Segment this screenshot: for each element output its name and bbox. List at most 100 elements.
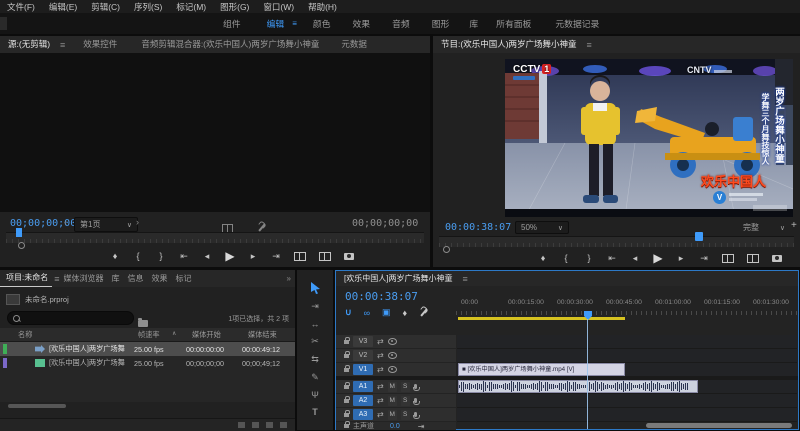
menu-file[interactable]: 文件(F)	[0, 1, 42, 13]
footer-icon-2[interactable]	[252, 422, 259, 428]
timeline-h-scrollbar[interactable]	[646, 423, 792, 428]
export-frame-icon[interactable]	[344, 253, 354, 260]
label-color-tag[interactable]	[3, 358, 7, 368]
sync-lock-icon[interactable]: ⇄	[377, 396, 384, 405]
project-h-scrollbar[interactable]	[8, 404, 66, 408]
track-lane-a3[interactable]	[457, 408, 797, 422]
workspace-tab-all-panels[interactable]: 所有面板	[488, 15, 539, 33]
track-output-icon[interactable]	[388, 366, 397, 373]
tab-effect-controls[interactable]: 效果控件	[75, 36, 125, 53]
source-zoom-handle[interactable]	[18, 242, 25, 249]
playback-quality-dropdown[interactable]: 完整 ∨	[738, 221, 790, 234]
track-output-icon[interactable]	[388, 338, 397, 345]
program-goto-in-icon[interactable]: ⇤	[607, 253, 617, 264]
project-search-box[interactable]	[7, 311, 134, 325]
project-row-1[interactable]: [欢乐中国人]两岁广场舞 25.00 fps 00:00:00:00 00:00…	[0, 342, 295, 356]
tab-program[interactable]: 节目:(欢乐中国人)两岁广场舞小神童	[433, 36, 585, 53]
track-label-a1[interactable]: A1	[353, 381, 373, 392]
pen-tool[interactable]: ✎	[311, 372, 319, 383]
zoom-level-dropdown[interactable]: 50% ∨	[515, 221, 569, 234]
tab-markers[interactable]: 标记	[172, 271, 196, 286]
mark-in-icon[interactable]: {	[133, 251, 143, 261]
linked-selection-icon[interactable]: ∞	[364, 308, 370, 318]
page-next-icon[interactable]: ›	[136, 217, 139, 227]
column-name[interactable]: 名称	[18, 330, 32, 340]
tab-project[interactable]: 项目:未命名	[0, 270, 52, 287]
mute-button[interactable]: M	[388, 410, 397, 420]
mute-button[interactable]: M	[388, 396, 397, 406]
source-panel-menu-icon[interactable]: ≡	[60, 40, 65, 50]
project-row-2[interactable]: [欢乐中国人]两岁广场舞 25.00 fps 00;00;00;00 00;00…	[0, 356, 295, 370]
nest-icon[interactable]: ▣	[382, 307, 391, 318]
menu-window[interactable]: 窗口(W)	[256, 1, 301, 13]
mark-out-icon[interactable]: }	[156, 251, 166, 261]
menu-graphics[interactable]: 图形(G)	[213, 1, 256, 13]
sync-lock-icon[interactable]: ⇄	[377, 365, 384, 374]
goto-out-icon[interactable]: ⇥	[271, 251, 281, 262]
program-mark-in-icon[interactable]: {	[561, 253, 571, 263]
track-label-a2[interactable]: A2	[353, 395, 373, 406]
workspace-tab-effects[interactable]: 效果	[345, 15, 379, 33]
track-lane-a2[interactable]	[457, 394, 797, 408]
program-step-back-icon[interactable]: ◂	[630, 253, 640, 264]
footer-icon-4[interactable]	[280, 422, 287, 428]
tab-audio-clip-mixer[interactable]: 音频剪辑混合器:(欢乐中国人)两岁广场舞小神童	[133, 36, 327, 53]
timeline-timecode[interactable]: 00:00:38:07	[345, 290, 418, 303]
label-color-tag[interactable]	[3, 344, 7, 354]
snap-icon[interactable]: ∪	[345, 307, 352, 318]
program-zoom-handle[interactable]	[443, 246, 450, 253]
lock-icon[interactable]	[344, 340, 349, 344]
workspace-tab-assembly[interactable]: 组件	[215, 15, 249, 33]
lock-icon[interactable]	[344, 399, 349, 403]
workspace-menu-icon[interactable]: ≡	[292, 19, 297, 28]
razor-tool[interactable]: ✂	[311, 336, 319, 347]
track-output-icon[interactable]	[388, 352, 397, 359]
play-button-icon[interactable]: ▶	[225, 249, 235, 263]
workspace-overflow-box[interactable]	[0, 17, 7, 30]
audio-waveform[interactable]	[458, 380, 698, 393]
timeline-marker-icon[interactable]: ♦	[403, 308, 408, 318]
overwrite-icon[interactable]	[319, 252, 331, 261]
hand-tool[interactable]: Ψ	[311, 390, 319, 400]
step-back-icon[interactable]: ◂	[202, 251, 212, 262]
tab-metadata[interactable]: 元数据	[333, 36, 375, 53]
page-selector-dropdown[interactable]: 第1页 ∨	[74, 217, 138, 232]
track-label-v3[interactable]: V3	[353, 336, 373, 347]
program-scrubber[interactable]	[439, 236, 794, 247]
project-bin-row[interactable]: 未命名.prproj	[0, 292, 295, 307]
insert-icon[interactable]	[294, 252, 306, 261]
sync-lock-icon[interactable]: ⇄	[377, 382, 384, 391]
workspace-tab-audio[interactable]: 音频	[384, 15, 418, 33]
sync-lock-icon[interactable]: ⇄	[377, 410, 384, 419]
page-prev-icon[interactable]: ‹	[64, 217, 67, 227]
tab-sequence[interactable]: [欢乐中国人]两岁广场舞小神童	[336, 271, 460, 286]
work-area-bar[interactable]	[458, 317, 625, 320]
source-wrench-icon[interactable]	[257, 223, 266, 232]
program-goto-out-icon[interactable]: ⇥	[699, 253, 709, 264]
footer-icon-3[interactable]	[266, 422, 273, 428]
lock-icon[interactable]	[344, 424, 349, 428]
goto-in-icon[interactable]: ⇤	[179, 251, 189, 262]
add-button[interactable]: +	[791, 220, 797, 231]
menu-help[interactable]: 帮助(H)	[301, 1, 344, 13]
extract-icon[interactable]	[747, 254, 759, 263]
track-lane-v3[interactable]	[457, 335, 797, 349]
program-panel-menu-icon[interactable]: ≡	[587, 40, 592, 50]
slip-tool[interactable]: ⇆	[311, 354, 319, 365]
track-label-a3[interactable]: A3	[353, 409, 373, 420]
master-level[interactable]: 0.0	[390, 423, 400, 430]
track-select-tool[interactable]: ⇥	[311, 301, 319, 312]
column-framerate[interactable]: 帧速率	[138, 330, 160, 340]
voiceover-record-icon[interactable]	[414, 412, 417, 417]
lock-icon[interactable]	[344, 385, 349, 389]
ripple-edit-tool[interactable]: ↔	[311, 319, 320, 329]
lock-icon[interactable]	[344, 413, 349, 417]
column-media-start[interactable]: 媒体开始	[192, 330, 221, 340]
voiceover-record-icon[interactable]	[414, 398, 417, 403]
mute-button[interactable]: M	[388, 382, 397, 392]
solo-button[interactable]: S	[401, 410, 410, 420]
type-tool[interactable]: T	[312, 407, 318, 417]
menu-clip[interactable]: 剪辑(C)	[84, 1, 127, 13]
program-step-forward-icon[interactable]: ▸	[676, 253, 686, 264]
timeline-settings-icon[interactable]	[419, 308, 428, 317]
